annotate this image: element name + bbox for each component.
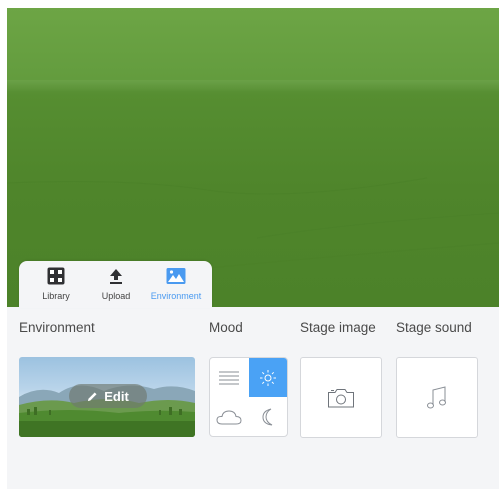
stage-sound-heading: Stage sound [396, 320, 472, 335]
mood-option-fog[interactable] [210, 358, 248, 397]
moon-icon [262, 408, 273, 425]
stage-image-heading: Stage image [300, 320, 376, 335]
mood-heading: Mood [209, 320, 243, 335]
stage-image-card[interactable] [300, 357, 382, 438]
edit-environment-button[interactable]: Edit [69, 384, 147, 408]
tab-bar: Library Upload Environment [19, 261, 212, 308]
camera-icon [328, 388, 354, 407]
cloud-icon [216, 409, 242, 424]
mood-option-sun[interactable] [249, 358, 287, 397]
mood-option-cloud[interactable] [210, 397, 248, 436]
environment-heading: Environment [19, 320, 95, 335]
environment-thumbnail[interactable]: Edit [19, 357, 195, 437]
upload-icon [86, 267, 146, 287]
sun-icon [260, 369, 276, 386]
library-icon [26, 267, 86, 287]
music-note-icon [427, 385, 446, 408]
tab-library-label: Library [42, 291, 70, 301]
mood-selector [209, 357, 288, 437]
tab-library[interactable]: Library [26, 267, 86, 305]
tab-upload[interactable]: Upload [86, 267, 146, 305]
tab-environment-label: Environment [150, 291, 202, 301]
stage-sound-card[interactable] [396, 357, 478, 438]
tab-upload-label: Upload [101, 291, 131, 301]
environment-icon [146, 267, 206, 287]
tab-environment[interactable]: Environment [146, 267, 206, 305]
pencil-icon [88, 391, 97, 401]
mood-option-moon[interactable] [249, 397, 287, 436]
edit-button-label: Edit [104, 388, 129, 404]
fog-icon [219, 371, 239, 384]
